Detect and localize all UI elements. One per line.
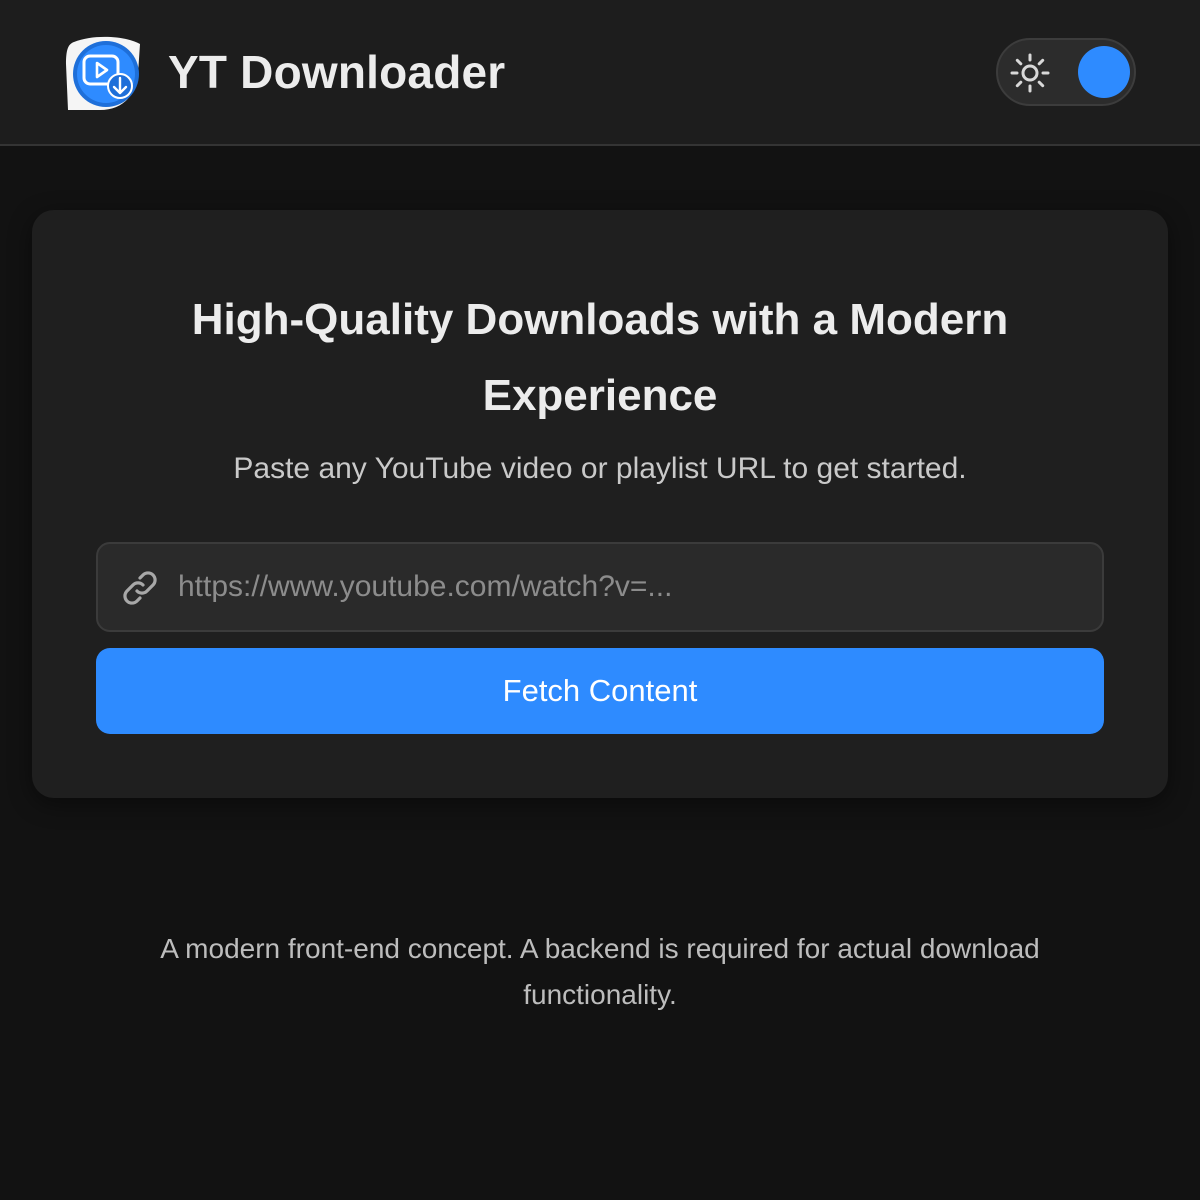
link-icon bbox=[120, 568, 160, 608]
app-header: YT Downloader bbox=[0, 0, 1200, 146]
theme-toggle[interactable] bbox=[996, 38, 1136, 106]
app-title: YT Downloader bbox=[168, 46, 506, 98]
hero-subtitle: Paste any YouTube video or playlist URL … bbox=[233, 452, 967, 485]
footer-note: A modern front-end concept. A backend is… bbox=[160, 933, 1040, 1010]
url-field[interactable] bbox=[96, 542, 1104, 632]
toggle-knob[interactable] bbox=[1078, 46, 1130, 98]
hero-headline: High-Quality Downloads with a Modern Exp… bbox=[191, 295, 1009, 420]
sun-icon bbox=[1010, 53, 1050, 93]
url-input[interactable] bbox=[178, 544, 1088, 630]
fetch-card: High-Quality Downloads with a Modern Exp… bbox=[32, 210, 1168, 798]
fetch-content-button[interactable]: Fetch Content bbox=[96, 648, 1104, 734]
video-download-logo-icon bbox=[64, 34, 144, 112]
